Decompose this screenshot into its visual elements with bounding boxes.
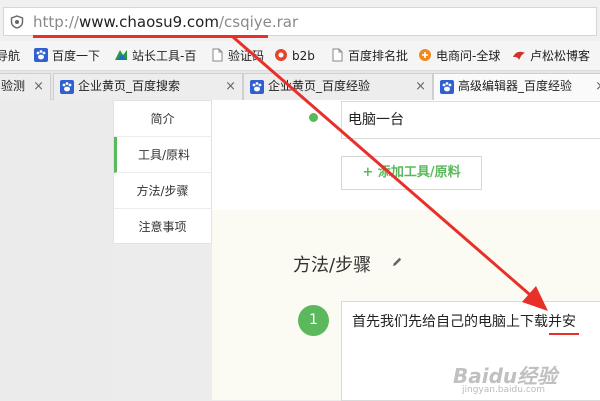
red-arrow-annotation	[232, 35, 548, 311]
watermark-url: jingyan.baidu.com	[462, 385, 546, 395]
